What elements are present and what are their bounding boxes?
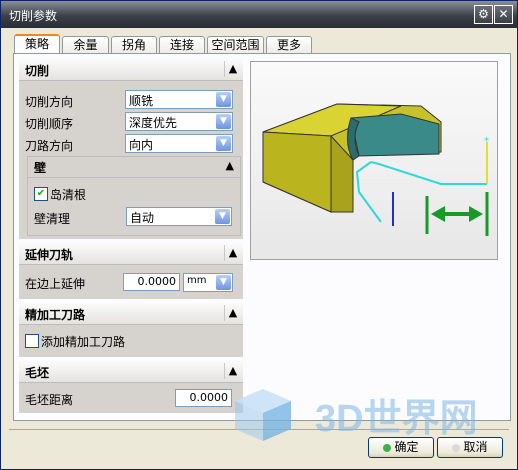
blank-distance-label: 毛坯距离 bbox=[25, 393, 74, 407]
cut-direction-select[interactable]: 顺铣 ▼ bbox=[125, 90, 233, 109]
preview-image: * bbox=[250, 61, 498, 260]
chevron-up-icon[interactable]: ▲ bbox=[226, 159, 234, 172]
section-blank-title: 毛坯 bbox=[25, 366, 50, 380]
chevron-up-icon[interactable]: ▲ bbox=[224, 245, 241, 261]
blank-distance-input[interactable]: 0.0000 bbox=[175, 389, 232, 407]
chevron-down-icon[interactable]: ▼ bbox=[216, 92, 231, 107]
tab-connect[interactable]: 连接 bbox=[159, 36, 205, 54]
wall-clean-value: 自动 bbox=[130, 211, 155, 225]
cut-direction-value: 顺铣 bbox=[129, 94, 154, 108]
chevron-down-icon[interactable]: ▼ bbox=[216, 136, 231, 151]
wall-clean-select[interactable]: 自动 ▼ bbox=[126, 207, 232, 226]
chevron-down-icon[interactable]: ▼ bbox=[216, 114, 231, 129]
section-finish-header[interactable]: 精加工刀路 ▲ bbox=[19, 303, 243, 325]
section-extend-title: 延伸刀轨 bbox=[25, 248, 74, 262]
wall-header[interactable]: 壁 ▲ bbox=[28, 157, 240, 178]
part-illustration: * bbox=[262, 103, 489, 236]
chevron-up-icon[interactable]: ▲ bbox=[224, 305, 241, 321]
wall-subsection: 壁 ▲ ✔ 岛清根 壁清理 自动 ▼ bbox=[27, 156, 241, 236]
title-bar: 切削参数 ⚙ ✕ bbox=[1, 1, 517, 28]
watermark-text: 3D世界网 bbox=[315, 398, 478, 440]
path-direction-value: 向内 bbox=[129, 138, 154, 152]
section-finish-title: 精加工刀路 bbox=[25, 308, 86, 322]
cut-order-label: 切削顺序 bbox=[25, 117, 74, 131]
section-blank-body: 毛坯距离 0.0000 bbox=[19, 383, 243, 413]
cut-order-value: 深度优先 bbox=[129, 116, 178, 130]
tab-stock[interactable]: 余量 bbox=[62, 36, 109, 54]
section-cutting-title: 切削 bbox=[25, 64, 50, 78]
cut-order-select[interactable]: 深度优先 ▼ bbox=[125, 112, 233, 131]
section-extend-header[interactable]: 延伸刀轨 ▲ bbox=[19, 243, 243, 265]
unit-select[interactable]: mm ▼ bbox=[183, 273, 233, 292]
section-extend-body: 在边上延伸 0.0000 mm ▼ bbox=[19, 265, 243, 299]
watermark: 3D世界网 bbox=[233, 379, 513, 449]
edge-extend-input[interactable]: 0.0000 bbox=[123, 273, 180, 291]
path-direction-label: 刀路方向 bbox=[25, 139, 74, 153]
gear-icon[interactable]: ⚙ bbox=[474, 5, 493, 24]
edge-extend-label: 在边上延伸 bbox=[25, 277, 86, 291]
cut-direction-label: 切削方向 bbox=[25, 95, 74, 109]
wall-title: 壁 bbox=[34, 161, 47, 175]
island-clean-checkbox[interactable]: ✔ bbox=[34, 187, 48, 201]
section-cutting-header[interactable]: 切削 ▲ bbox=[19, 59, 243, 81]
section-blank-header[interactable]: 毛坯 ▲ bbox=[19, 361, 243, 383]
island-clean-label: 岛清根 bbox=[50, 188, 87, 202]
chevron-down-icon[interactable]: ▼ bbox=[216, 275, 231, 290]
svg-text:*: * bbox=[484, 136, 489, 147]
add-finish-label: 添加精加工刀路 bbox=[41, 335, 126, 349]
unit-value: mm bbox=[187, 275, 207, 286]
tab-corner[interactable]: 拐角 bbox=[111, 36, 157, 54]
add-finish-checkbox[interactable] bbox=[25, 334, 39, 348]
window-title: 切削参数 bbox=[9, 9, 58, 23]
section-cutting-body: 切削方向 顺铣 ▼ 切削顺序 深度优先 ▼ 刀路方向 向内 ▼ 壁 ▲ ✔ 岛清… bbox=[19, 81, 243, 239]
parameter-list: 切削 ▲ 切削方向 顺铣 ▼ 切削顺序 深度优先 ▼ 刀路方向 向内 ▼ 壁 ▲… bbox=[19, 59, 243, 413]
chevron-down-icon[interactable]: ▼ bbox=[215, 209, 230, 224]
section-finish-body: 添加精加工刀路 bbox=[19, 325, 243, 357]
chevron-up-icon[interactable]: ▲ bbox=[224, 363, 241, 379]
tab-more[interactable]: 更多 bbox=[266, 36, 312, 54]
chevron-up-icon[interactable]: ▲ bbox=[224, 61, 241, 77]
close-icon[interactable]: ✕ bbox=[494, 5, 513, 24]
path-direction-select[interactable]: 向内 ▼ bbox=[125, 134, 233, 153]
tab-space-range[interactable]: 空间范围 bbox=[207, 36, 264, 54]
dialog-window: 切削参数 ⚙ ✕ 策略 余量 拐角 连接 空间范围 更多 切削 ▲ 切削方向 顺… bbox=[0, 0, 518, 470]
wall-clean-label: 壁清理 bbox=[34, 212, 71, 226]
